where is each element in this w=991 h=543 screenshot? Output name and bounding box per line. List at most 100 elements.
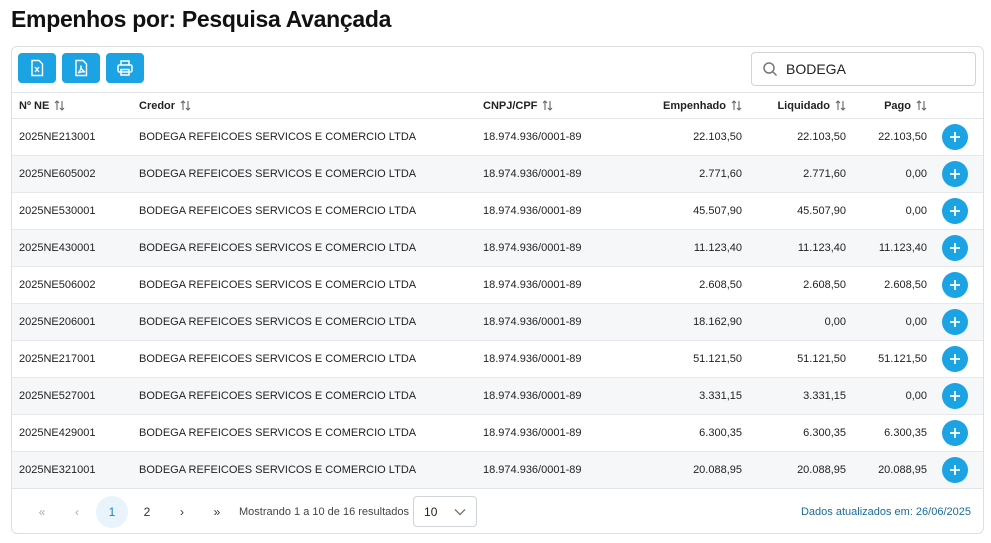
cell-liquidado: 2.608,50	[742, 266, 846, 304]
column-header-ne[interactable]: Nº NE	[12, 92, 131, 119]
expand-row-button[interactable]	[942, 420, 968, 446]
sort-icon	[180, 100, 191, 111]
cell-credor: BODEGA REFEICOES SERVICOS E COMERCIO LTD…	[131, 340, 483, 378]
expand-row-button[interactable]	[942, 198, 968, 224]
cell-ne: 2025NE530001	[12, 192, 131, 230]
cell-actions	[927, 266, 983, 304]
table-row: 2025NE206001 BODEGA REFEICOES SERVICOS E…	[12, 303, 983, 341]
cell-ne: 2025NE206001	[12, 303, 131, 341]
results-count: Mostrando 1 a 10 de 16 resultados	[239, 505, 410, 518]
cell-liquidado: 3.331,15	[742, 377, 846, 415]
plus-icon	[950, 428, 960, 438]
column-header-pago[interactable]: Pago	[846, 92, 927, 119]
column-header-empenhado[interactable]: Empenhado	[603, 92, 742, 119]
cell-actions	[927, 377, 983, 415]
column-header-liquidado[interactable]: Liquidado	[742, 92, 846, 119]
cell-cnpj: 18.974.936/0001-89	[483, 192, 603, 230]
search-input[interactable]	[786, 61, 966, 77]
cell-empenhado: 18.162,90	[603, 303, 742, 341]
cell-credor: BODEGA REFEICOES SERVICOS E COMERCIO LTD…	[131, 266, 483, 304]
page-size-select[interactable]: 10	[413, 496, 478, 527]
cell-liquidado: 20.088,95	[742, 451, 846, 489]
expand-row-button[interactable]	[942, 457, 968, 483]
plus-icon	[950, 354, 960, 364]
cell-ne: 2025NE217001	[12, 340, 131, 378]
printer-icon	[117, 60, 133, 76]
expand-row-button[interactable]	[942, 309, 968, 335]
expand-row-button[interactable]	[942, 161, 968, 187]
excel-icon	[31, 59, 44, 77]
cell-actions	[927, 451, 983, 489]
first-page-button[interactable]: «	[26, 496, 58, 528]
search-box[interactable]	[751, 52, 976, 86]
cell-pago: 0,00	[846, 303, 927, 341]
cell-empenhado: 6.300,35	[603, 414, 742, 452]
cell-actions	[927, 118, 983, 156]
cell-cnpj: 18.974.936/0001-89	[483, 266, 603, 304]
cell-actions	[927, 192, 983, 230]
cell-actions	[927, 340, 983, 378]
plus-icon	[950, 169, 960, 179]
export-pdf-button[interactable]	[62, 53, 100, 83]
last-page-button[interactable]: »	[201, 496, 233, 528]
page-button-2[interactable]: 2	[131, 496, 163, 528]
sort-icon	[731, 100, 742, 111]
table-row: 2025NE430001 BODEGA REFEICOES SERVICOS E…	[12, 229, 983, 267]
cell-ne: 2025NE506002	[12, 266, 131, 304]
cell-credor: BODEGA REFEICOES SERVICOS E COMERCIO LTD…	[131, 118, 483, 156]
cell-actions	[927, 303, 983, 341]
cell-pago: 22.103,50	[846, 118, 927, 156]
column-header-actions	[927, 92, 983, 119]
print-button[interactable]	[106, 53, 144, 83]
cell-liquidado: 11.123,40	[742, 229, 846, 267]
expand-row-button[interactable]	[942, 272, 968, 298]
cell-empenhado: 2.771,60	[603, 155, 742, 193]
cell-credor: BODEGA REFEICOES SERVICOS E COMERCIO LTD…	[131, 229, 483, 267]
cell-liquidado: 2.771,60	[742, 155, 846, 193]
cell-empenhado: 20.088,95	[603, 451, 742, 489]
table-row: 2025NE605002 BODEGA REFEICOES SERVICOS E…	[12, 155, 983, 193]
cell-pago: 0,00	[846, 377, 927, 415]
cell-cnpj: 18.974.936/0001-89	[483, 340, 603, 378]
cell-liquidado: 22.103,50	[742, 118, 846, 156]
table-header-row: Nº NE Credor CNPJ/CPF Empenhado Liquidad…	[12, 92, 983, 119]
plus-icon	[950, 243, 960, 253]
results-table: Nº NE Credor CNPJ/CPF Empenhado Liquidad…	[12, 92, 983, 489]
plus-icon	[950, 465, 960, 475]
cell-pago: 0,00	[846, 192, 927, 230]
table-row: 2025NE217001 BODEGA REFEICOES SERVICOS E…	[12, 340, 983, 378]
cell-pago: 2.608,50	[846, 266, 927, 304]
page-button-1[interactable]: 1	[96, 495, 128, 528]
expand-row-button[interactable]	[942, 383, 968, 409]
results-card: Nº NE Credor CNPJ/CPF Empenhado Liquidad…	[11, 46, 984, 534]
previous-page-button[interactable]: ‹	[61, 496, 93, 528]
export-excel-button[interactable]	[18, 53, 56, 83]
cell-cnpj: 18.974.936/0001-89	[483, 155, 603, 193]
sort-icon	[54, 100, 65, 111]
sort-icon	[543, 100, 553, 111]
cell-credor: BODEGA REFEICOES SERVICOS E COMERCIO LTD…	[131, 303, 483, 341]
plus-icon	[950, 206, 960, 216]
column-header-credor[interactable]: Credor	[131, 92, 483, 119]
cell-empenhado: 51.121,50	[603, 340, 742, 378]
cell-cnpj: 18.974.936/0001-89	[483, 451, 603, 489]
table-row: 2025NE429001 BODEGA REFEICOES SERVICOS E…	[12, 414, 983, 452]
cell-ne: 2025NE429001	[12, 414, 131, 452]
cell-ne: 2025NE213001	[12, 118, 131, 156]
expand-row-button[interactable]	[942, 124, 968, 150]
expand-row-button[interactable]	[942, 235, 968, 261]
table-row: 2025NE530001 BODEGA REFEICOES SERVICOS E…	[12, 192, 983, 230]
cell-empenhado: 2.608,50	[603, 266, 742, 304]
cell-credor: BODEGA REFEICOES SERVICOS E COMERCIO LTD…	[131, 414, 483, 452]
plus-icon	[950, 391, 960, 401]
expand-row-button[interactable]	[942, 346, 968, 372]
export-toolbar	[18, 53, 144, 83]
cell-cnpj: 18.974.936/0001-89	[483, 377, 603, 415]
column-header-cnpj[interactable]: CNPJ/CPF	[483, 92, 603, 119]
table-row: 2025NE321001 BODEGA REFEICOES SERVICOS E…	[12, 451, 983, 489]
cell-liquidado: 0,00	[742, 303, 846, 341]
next-page-button[interactable]: ›	[166, 496, 198, 528]
cell-empenhado: 45.507,90	[603, 192, 742, 230]
cell-liquidado: 45.507,90	[742, 192, 846, 230]
plus-icon	[950, 280, 960, 290]
